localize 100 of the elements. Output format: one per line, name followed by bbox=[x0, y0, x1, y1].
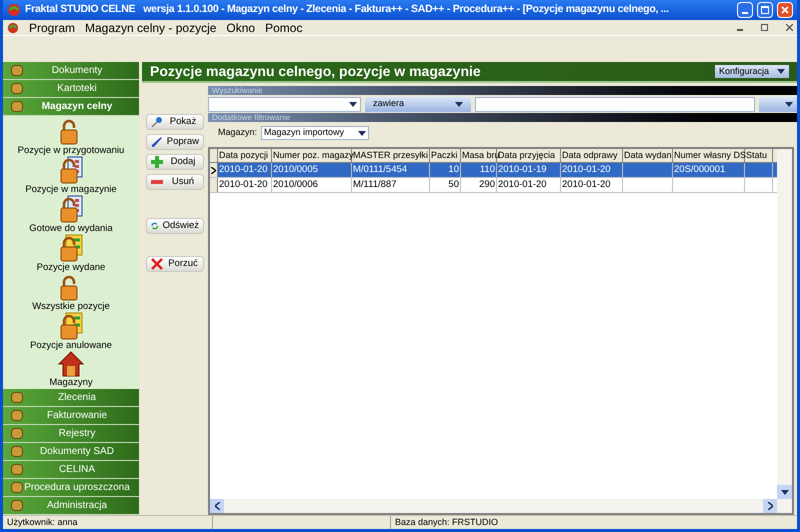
status-user: Użytkownik: anna bbox=[3, 516, 213, 530]
table-cell: 2010/0005 bbox=[273, 164, 318, 175]
row-header[interactable] bbox=[210, 163, 218, 177]
menu-item[interactable]: Magazyn celny - pozycje bbox=[85, 18, 216, 36]
table-cell: M/0111/5454 bbox=[353, 164, 408, 175]
sidebar-item-label: Pozycje wydane bbox=[36, 262, 106, 273]
sidebar-category[interactable]: Administracja bbox=[3, 497, 139, 515]
action-button[interactable]: Dodaj bbox=[146, 154, 204, 170]
sidebar-item-label: Wszystkie pozycje bbox=[32, 301, 110, 312]
padlock-icon bbox=[58, 156, 84, 184]
category-icon bbox=[11, 446, 23, 457]
section-header: Dodatkowe filtrowanie bbox=[208, 113, 797, 122]
sidebar-category[interactable]: Procedura uproszczona bbox=[3, 479, 139, 497]
action-button[interactable]: Porzuć bbox=[146, 256, 204, 272]
sidebar-category[interactable]: Kartoteki bbox=[3, 80, 139, 98]
category-icon bbox=[11, 428, 23, 439]
column-header[interactable]: Paczki bbox=[430, 149, 461, 162]
menu-item[interactable]: Pomoc bbox=[265, 18, 302, 36]
category-icon bbox=[11, 65, 23, 76]
table-cell: M/111/887 bbox=[353, 179, 396, 190]
sidebar-item[interactable]: Gotowe do wydania bbox=[29, 195, 113, 234]
down-arrow-icon bbox=[780, 490, 788, 494]
table-row[interactable]: 2010-01-20 2010/0006 M/111/887 50 290 2010-01-20 2010-01-20 bbox=[210, 178, 777, 193]
status-database: Baza danych: FRSTUDIO bbox=[394, 516, 500, 529]
menu-item[interactable]: Okno bbox=[226, 18, 256, 36]
sidebar-item-label: Pozycje w magazynie bbox=[25, 184, 117, 195]
table-cell: 2010-01-20 bbox=[219, 179, 268, 190]
app-logo-icon bbox=[7, 3, 21, 17]
sidebar-category[interactable]: CELINA bbox=[3, 461, 139, 479]
sidebar-item-label: Pozycje w przygotowaniu bbox=[18, 145, 124, 156]
caret-icon bbox=[349, 102, 357, 106]
sidebar-item[interactable]: Magazyny bbox=[49, 351, 93, 388]
column-header[interactable]: Masa bru bbox=[461, 149, 497, 162]
maximize-button[interactable] bbox=[757, 2, 773, 18]
minimize-button[interactable] bbox=[737, 2, 753, 18]
row-pointer-icon bbox=[211, 166, 216, 174]
filter-label: Magazyn: bbox=[218, 126, 258, 140]
sidebar-item[interactable]: Pozycje w przygotowaniu bbox=[18, 117, 124, 156]
sidebar-item-label: Magazyny bbox=[49, 377, 93, 388]
column-header[interactable]: Numer poz. magazy bbox=[272, 149, 352, 162]
caret-icon bbox=[785, 102, 793, 106]
table-row[interactable]: 2010-01-20 2010/0005 M/0111/5454 10 110 2010-01-19 2010-01-20 20S/000001 bbox=[210, 163, 777, 178]
column-header[interactable]: MASTER przesyłki bbox=[352, 149, 430, 162]
category-icon bbox=[11, 410, 23, 421]
mdi-close-icon[interactable] bbox=[786, 24, 793, 31]
table-cell: 290 bbox=[479, 179, 495, 190]
category-icon bbox=[11, 83, 23, 94]
category-icon bbox=[11, 101, 23, 112]
sidebar-category[interactable]: Zlecenia bbox=[3, 389, 139, 407]
close-button[interactable] bbox=[777, 2, 793, 18]
column-header[interactable]: Statu bbox=[745, 149, 773, 162]
sidebar-category[interactable]: Dokumenty bbox=[3, 62, 139, 80]
sidebar-category[interactable]: Fakturowanie bbox=[3, 407, 139, 425]
padlock-icon bbox=[58, 312, 84, 340]
action-button[interactable]: Usuń bbox=[146, 174, 204, 190]
operator-dropdown[interactable]: zawiera bbox=[365, 96, 471, 112]
caret-icon bbox=[358, 130, 366, 136]
mdi-minimize-icon[interactable] bbox=[737, 28, 743, 30]
mdi-restore-icon[interactable] bbox=[761, 24, 768, 31]
table-cell: 2010/0006 bbox=[273, 179, 318, 190]
sidebar-category[interactable]: Rejestry bbox=[3, 425, 139, 443]
column-header[interactable]: Data pozycji bbox=[218, 149, 272, 162]
sidebar-item[interactable]: Pozycje anulowane bbox=[30, 312, 112, 351]
column-header[interactable]: Numer własny DS bbox=[673, 149, 745, 162]
vertical-scrollbar[interactable] bbox=[777, 149, 792, 499]
search-input[interactable] bbox=[475, 96, 755, 112]
menu-item[interactable]: Program bbox=[29, 18, 76, 36]
column-header[interactable]: Data odprawy bbox=[561, 149, 623, 162]
section-header: Wyszukiwanie bbox=[208, 86, 797, 95]
table-cell: 20S/000001 bbox=[674, 164, 726, 175]
caret-icon bbox=[455, 102, 463, 106]
sidebar-category[interactable]: Dokumenty SAD bbox=[3, 443, 139, 461]
sidebar-category[interactable]: Magazyn celny bbox=[3, 98, 139, 116]
table-cell: 2010-01-19 bbox=[498, 164, 547, 175]
action-button[interactable]: Pokaż bbox=[146, 114, 204, 130]
sidebar-item[interactable]: Wszystkie pozycje bbox=[32, 273, 110, 312]
table-cell: 2010-01-20 bbox=[219, 164, 268, 175]
close-icon bbox=[781, 6, 789, 14]
sidebar-item[interactable]: Pozycje w magazynie bbox=[25, 156, 117, 195]
sidebar-item[interactable]: Pozycje wydane bbox=[36, 234, 106, 273]
scroll-right-button[interactable] bbox=[763, 499, 777, 513]
table-cell: 110 bbox=[480, 164, 495, 175]
search-field-select[interactable] bbox=[208, 96, 361, 112]
scroll-down-button[interactable] bbox=[777, 485, 792, 499]
sidebar-item-label: Gotowe do wydania bbox=[29, 223, 113, 234]
category-icon bbox=[11, 464, 23, 475]
house-icon bbox=[58, 351, 84, 377]
column-header[interactable]: Data wydan bbox=[623, 149, 673, 162]
action-button[interactable]: Odśwież bbox=[146, 218, 204, 234]
table-cell: 10 bbox=[448, 164, 459, 175]
warehouse-select[interactable]: Magazyn importowy bbox=[261, 126, 370, 140]
horizontal-scrollbar[interactable] bbox=[210, 499, 792, 513]
sidebar-item-label: Pozycje anulowane bbox=[30, 340, 112, 351]
action-button[interactable]: Popraw bbox=[146, 134, 204, 150]
search-options-dropdown[interactable] bbox=[759, 96, 797, 112]
configuration-dropdown[interactable]: Konfiguracja bbox=[714, 65, 789, 78]
padlock-icon bbox=[58, 195, 84, 223]
table-cell: 2010-01-20 bbox=[498, 179, 547, 190]
column-header[interactable]: Data przyjęcia bbox=[497, 149, 561, 162]
scroll-left-button[interactable] bbox=[210, 499, 224, 513]
